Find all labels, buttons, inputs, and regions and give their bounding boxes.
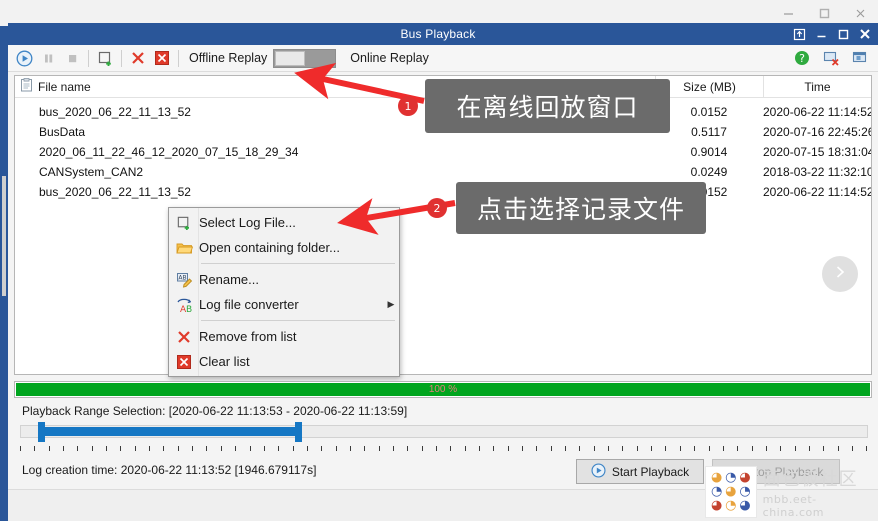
dock-icon[interactable]	[848, 47, 872, 70]
cell-time: 2020-06-22 11:14:52	[763, 105, 872, 119]
range-slider-handle-end[interactable]	[295, 422, 302, 442]
clipboard-icon	[20, 78, 33, 95]
clear-icon	[169, 354, 199, 370]
annotation-badge-2: 2	[427, 198, 447, 218]
window-title-bar[interactable]: Bus Playback	[8, 23, 878, 45]
toolbar: Offline Replay Online Replay ?	[8, 45, 878, 72]
table-row[interactable]: CANSystem_CAN2 0.0249 2018-03-22 11:32:1…	[15, 162, 871, 182]
range-slider-ticks	[20, 446, 868, 452]
menu-item-label: Select Log File...	[199, 215, 296, 230]
column-header-time[interactable]: Time	[763, 76, 871, 98]
context-menu: Select Log File... Open containing folde…	[168, 207, 400, 377]
pin-icon[interactable]	[788, 23, 810, 45]
menu-item-label: Open containing folder...	[199, 240, 340, 255]
cell-time: 2020-07-15 18:31:04	[763, 145, 872, 159]
chevron-right-icon: ▶	[387, 299, 395, 309]
window-buttons	[788, 23, 878, 45]
start-playback-label: Start Playback	[611, 464, 690, 479]
cell-time: 2020-07-16 22:45:26	[763, 125, 872, 139]
progress-label: 100 %	[428, 384, 458, 395]
convert-icon: A B	[169, 297, 199, 313]
toggle-knob	[275, 50, 306, 66]
watermark-en: mbb.eet-china.com	[762, 492, 824, 519]
svg-text:B: B	[186, 305, 192, 313]
log-creation-time: Log creation time: 2020-06-22 11:13:52 […	[22, 463, 317, 477]
svg-text:AB: AB	[178, 274, 186, 281]
toolbar-separator	[88, 49, 89, 67]
detach-icon[interactable]	[819, 47, 843, 70]
toolbar-right-group: ?	[790, 47, 878, 70]
cell-size: 0.9014	[690, 145, 728, 159]
help-icon[interactable]: ?	[790, 47, 814, 70]
playback-progress-bar: 100 %	[14, 381, 872, 398]
play-icon[interactable]	[12, 47, 36, 70]
cell-size: 0.0249	[690, 165, 728, 179]
menu-item-label: Clear list	[199, 354, 250, 369]
svg-text:?: ?	[799, 52, 805, 65]
window-maximize-button[interactable]	[832, 23, 854, 45]
left-edge-scroll-thumb[interactable]	[2, 176, 6, 296]
cell-size: 0.0152	[690, 105, 728, 119]
range-slider-selection[interactable]	[40, 427, 300, 436]
menu-item-open-containing-folder[interactable]: Open containing folder...	[169, 235, 399, 260]
add-file-icon	[169, 215, 199, 231]
window-left-edge	[0, 26, 8, 521]
page-title: Bus Playback	[400, 27, 476, 41]
watermark-text: 面包板社区 mbb.eet-china.com	[763, 465, 877, 519]
folder-icon	[169, 241, 199, 255]
toolbar-separator	[121, 49, 122, 67]
stop-icon[interactable]	[60, 47, 84, 70]
column-header-label: File name	[38, 79, 91, 94]
annotation-callout-1: 在离线回放窗口	[425, 79, 670, 133]
app-root: Bus Playback Offline Replay Online Repla…	[0, 0, 878, 521]
menu-item-label: Log file converter	[199, 297, 299, 312]
next-page-button[interactable]	[822, 256, 858, 292]
menu-item-clear-list[interactable]: Clear list	[169, 349, 399, 374]
cell-time: 2020-06-22 11:14:52	[763, 185, 872, 199]
watermark: ◕ ◔ ◕ ◔ ◕ ◔ ◕ ◔ ◕ 面包板社区 mbb.eet-china.co…	[705, 462, 877, 521]
rename-icon: AB	[169, 272, 199, 288]
table-row[interactable]: 2020_06_11_22_46_12_2020_07_15_18_29_34 …	[15, 142, 871, 162]
remove-icon	[169, 329, 199, 345]
range-slider-handle-start[interactable]	[38, 422, 45, 442]
playback-range-label: Playback Range Selection: [2020-06-22 11…	[22, 404, 408, 418]
toolbar-separator	[178, 49, 179, 67]
progress-fill: 100 %	[16, 383, 870, 396]
start-playback-button[interactable]: Start Playback	[576, 459, 704, 484]
menu-item-rename[interactable]: AB Rename...	[169, 267, 399, 292]
menu-separator	[201, 263, 395, 264]
add-file-icon[interactable]	[93, 47, 117, 70]
pause-icon[interactable]	[36, 47, 60, 70]
offline-replay-label: Offline Replay	[189, 51, 268, 65]
menu-item-label: Rename...	[199, 272, 259, 287]
menu-item-label: Remove from list	[199, 329, 297, 344]
watermark-logo-icon: ◕ ◔ ◕ ◔ ◕ ◔ ◕ ◔ ◕	[705, 465, 757, 518]
annotation-badge-1: 1	[398, 96, 418, 116]
cell-file-name: 2020_06_11_22_46_12_2020_07_15_18_29_34	[39, 145, 299, 159]
menu-item-select-log-file[interactable]: Select Log File...	[169, 210, 399, 235]
cell-file-name: CANSystem_CAN2	[39, 165, 144, 179]
window-close-button[interactable]	[854, 23, 876, 45]
cell-size: 0.5117	[691, 125, 727, 139]
replay-mode-toggle[interactable]	[273, 48, 337, 68]
cell-time: 2018-03-22 11:32:10	[763, 165, 872, 179]
remove-icon[interactable]	[126, 47, 150, 70]
play-icon	[591, 462, 606, 481]
column-header-size[interactable]: Size (MB)	[655, 76, 763, 98]
menu-separator	[201, 320, 395, 321]
chevron-right-icon	[833, 264, 847, 285]
window-minimize-button[interactable]	[810, 23, 832, 45]
menu-item-remove-from-list[interactable]: Remove from list	[169, 324, 399, 349]
watermark-cn: 面包板社区	[762, 468, 858, 490]
annotation-callout-2: 点击选择记录文件	[456, 182, 706, 234]
clear-icon[interactable]	[150, 47, 174, 70]
online-replay-label: Online Replay	[350, 51, 429, 65]
menu-item-log-file-converter[interactable]: A B Log file converter ▶	[169, 292, 399, 317]
